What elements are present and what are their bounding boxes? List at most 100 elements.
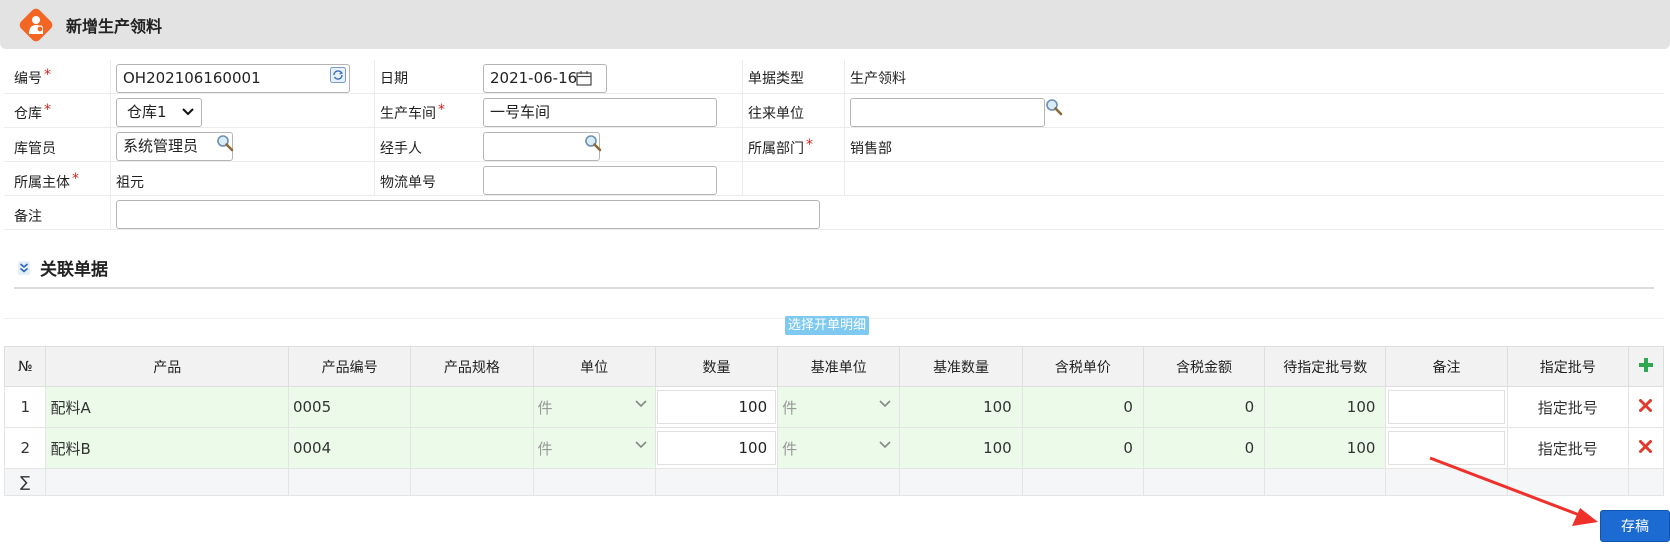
assign-batch-link[interactable]: 指定批号: [1506, 386, 1629, 428]
add-row-button[interactable]: [1627, 346, 1665, 387]
chevron-down-icon[interactable]: [182, 107, 194, 117]
calendar-icon[interactable]: [576, 70, 592, 86]
partner-field[interactable]: [850, 98, 1045, 127]
assign-batch-link[interactable]: 指定批号: [1506, 427, 1629, 469]
pending-batch-cell: 100: [1264, 386, 1387, 428]
sum-cell: [1385, 468, 1508, 496]
warehouse-label: 仓库 *: [14, 102, 51, 122]
chevron-down-icon[interactable]: [635, 441, 647, 449]
sum-symbol: ∑: [3, 468, 47, 496]
sum-cell: [777, 468, 901, 496]
dept-value: 销售部: [850, 141, 892, 157]
workshop-field[interactable]: 一号车间: [483, 98, 717, 127]
search-icon[interactable]: [1045, 98, 1063, 116]
sum-cell: [1506, 468, 1629, 496]
sum-cell: [1021, 468, 1144, 496]
col-header: 含税金额: [1142, 346, 1266, 387]
product-spec-cell: [410, 427, 534, 469]
sum-cell: [1142, 468, 1266, 496]
workshop-label: 生产车间 *: [380, 102, 445, 122]
remark-label: 备注: [14, 209, 42, 225]
chevron-down-icon[interactable]: [635, 400, 647, 408]
col-header: 待指定批号数: [1264, 346, 1387, 387]
col-header: №: [3, 346, 47, 387]
search-icon[interactable]: [216, 134, 234, 152]
search-icon[interactable]: [584, 134, 602, 152]
quantity-input[interactable]: 100: [656, 390, 777, 424]
section-divider: [14, 287, 1654, 289]
row-number: 1: [3, 386, 47, 428]
logistics-label: 物流单号: [380, 175, 436, 191]
doctype-label: 单据类型: [748, 71, 804, 87]
product-cell[interactable]: 配料A: [45, 386, 289, 428]
related-section-title: 关联单据: [40, 260, 108, 280]
keeper-label: 库管员: [14, 141, 56, 157]
col-header: 含税单价: [1021, 346, 1144, 387]
delete-row-button[interactable]: [1627, 427, 1665, 469]
handler-field[interactable]: [483, 132, 600, 161]
price-cell: 0: [1021, 386, 1144, 428]
delete-icon[interactable]: [1639, 399, 1653, 412]
page-title: 新增生产领料: [66, 16, 163, 36]
col-header: 产品规格: [410, 346, 534, 387]
sum-cell: [287, 468, 412, 496]
quantity-input[interactable]: 100: [656, 431, 777, 465]
entity-value: 祖元: [116, 175, 144, 191]
base-qty-cell: 100: [899, 427, 1023, 469]
base-unit-select[interactable]: 件: [777, 427, 901, 469]
doctype-value: 生产领料: [850, 71, 906, 87]
form-row-3: [4, 128, 1664, 162]
col-header: 产品: [45, 346, 289, 387]
col-header: 指定批号: [1506, 346, 1629, 387]
code-field[interactable]: OH202106160001: [116, 64, 350, 93]
table-row: 2 配料B 0004 件 100 件 100 0 0 100 指定批号: [3, 427, 1665, 469]
pick-detail-button[interactable]: 选择开单明细: [785, 316, 870, 335]
refresh-icon[interactable]: [330, 67, 346, 83]
save-draft-button[interactable]: 存稿: [1600, 510, 1670, 542]
col-header: 数量: [654, 346, 779, 387]
related-section-header[interactable]: 关联单据: [18, 255, 108, 280]
sum-cell: [654, 468, 779, 496]
memo-input[interactable]: [1388, 390, 1505, 424]
product-spec-cell: [410, 386, 534, 428]
memo-cell[interactable]: [1385, 427, 1508, 469]
delete-row-button[interactable]: [1627, 386, 1665, 428]
quantity-cell[interactable]: 100: [654, 427, 779, 469]
product-cell[interactable]: 配料B: [45, 427, 289, 469]
amount-cell: 0: [1142, 427, 1266, 469]
quantity-cell[interactable]: 100: [654, 386, 779, 428]
delete-icon[interactable]: [1639, 440, 1653, 453]
form-row-4: [4, 162, 1664, 196]
table-row: 1 配料A 0005 件 100 件 100 0 0 100 指定批号: [3, 386, 1665, 428]
col-header: 基准单位: [777, 346, 901, 387]
logistics-field[interactable]: [483, 166, 717, 195]
memo-input[interactable]: [1388, 431, 1505, 465]
expand-icon[interactable]: [18, 260, 30, 275]
sum-cell: [1264, 468, 1387, 496]
date-label: 日期: [380, 71, 408, 87]
row-number: 2: [3, 427, 47, 469]
code-label: 编号 *: [14, 67, 51, 87]
col-header: 产品编号: [287, 346, 412, 387]
title-bar: 新增生产领料: [0, 0, 1670, 49]
product-code-cell: 0004: [287, 427, 412, 469]
memo-cell[interactable]: [1385, 386, 1508, 428]
handler-label: 经手人: [380, 141, 422, 157]
items-table: № 产品 产品编号 产品规格 单位 数量 基准单位 基准数量 含税单价 含税金额…: [3, 346, 1665, 496]
divider: [742, 60, 743, 196]
unit-select[interactable]: 件: [532, 427, 656, 469]
col-header: 基准数量: [899, 346, 1023, 387]
sum-cell: [410, 468, 534, 496]
base-unit-select[interactable]: 件: [777, 386, 901, 428]
sum-row: ∑: [3, 468, 1665, 496]
chevron-down-icon[interactable]: [879, 441, 891, 449]
divider: [110, 60, 111, 230]
remark-field[interactable]: [116, 200, 820, 229]
divider: [374, 60, 375, 196]
add-icon[interactable]: [1638, 357, 1653, 372]
pending-batch-cell: 100: [1264, 427, 1387, 469]
price-cell: 0: [1021, 427, 1144, 469]
sum-cell: [899, 468, 1023, 496]
chevron-down-icon[interactable]: [879, 400, 891, 408]
unit-select[interactable]: 件: [532, 386, 656, 428]
